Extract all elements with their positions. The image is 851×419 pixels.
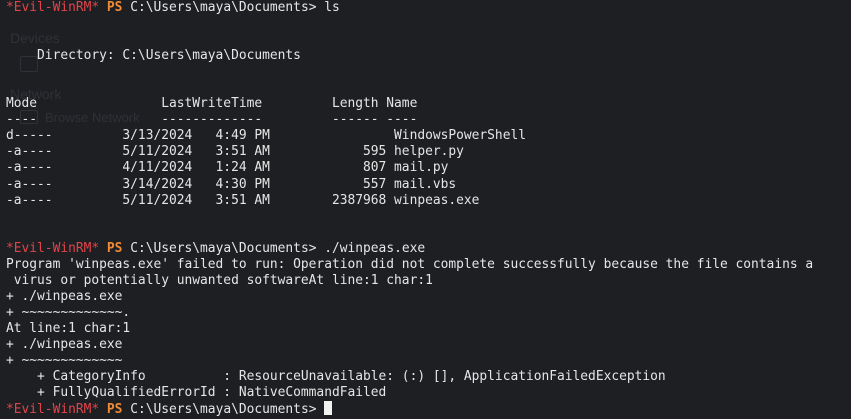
evil-winrm-tag: *Evil-WinRM* bbox=[6, 402, 100, 418]
command-winpeas: ./winpeas.exe bbox=[316, 240, 426, 256]
error-line: + ./winpeas.exe bbox=[6, 288, 123, 304]
prompt-line-ls: *Evil-WinRM* PS C:\Users\maya\Documents>… bbox=[6, 0, 851, 16]
error-line: + FullyQualifiedErrorId : NativeCommandF… bbox=[6, 385, 387, 401]
prompt-line-current[interactable]: *Evil-WinRM* PS C:\Users\maya\Documents> bbox=[6, 401, 851, 417]
text-cursor[interactable] bbox=[324, 401, 333, 416]
evil-winrm-tag: *Evil-WinRM* bbox=[6, 240, 100, 256]
listing-header: Mode LastWriteTime Length Name bbox=[6, 96, 418, 112]
error-line: virus or potentially unwanted softwareAt… bbox=[6, 272, 433, 288]
listing-row: -a---- 5/11/2024 3:51 AM 595 helper.py bbox=[6, 144, 464, 160]
listing-row: -a---- 3/14/2024 4:30 PM 557 mail.vbs bbox=[6, 176, 457, 192]
cwd: C:\Users\maya\Documents> bbox=[130, 0, 317, 15]
error-line: + CategoryInfo : ResourceUnavailable: (:… bbox=[6, 369, 666, 385]
error-line: + ~~~~~~~~~~~~~. bbox=[6, 304, 131, 320]
listing-row: -a---- 4/11/2024 1:24 AM 807 mail.py bbox=[6, 160, 449, 176]
error-line: + ./winpeas.exe bbox=[6, 336, 123, 352]
cwd: C:\Users\maya\Documents> bbox=[130, 240, 317, 256]
directory-line: Directory: C:\Users\maya\Documents bbox=[6, 48, 301, 64]
error-line: + ~~~~~~~~~~~~~ bbox=[6, 353, 123, 369]
terminal-output[interactable]: *Evil-WinRM* PS C:\Users\maya\Documents>… bbox=[6, 0, 851, 417]
ps-label: PS bbox=[106, 240, 123, 256]
listing-row: -a---- 5/11/2024 3:51 AM 2387968 winpeas… bbox=[6, 192, 480, 208]
ps-label: PS bbox=[106, 0, 123, 15]
error-line: Program 'winpeas.exe' failed to run: Ope… bbox=[6, 256, 814, 272]
error-line: At line:1 char:1 bbox=[6, 320, 131, 336]
evil-winrm-tag: *Evil-WinRM* bbox=[6, 0, 100, 15]
ps-label: PS bbox=[106, 402, 123, 418]
command-ls: ls bbox=[316, 0, 340, 15]
listing-row: d----- 3/13/2024 4:49 PM WindowsPowerShe… bbox=[6, 128, 526, 144]
listing-underline: ---- ------------- ------ ---- bbox=[6, 112, 418, 128]
prompt-line-winpeas: *Evil-WinRM* PS C:\Users\maya\Documents>… bbox=[6, 241, 851, 257]
cwd: C:\Users\maya\Documents> bbox=[130, 402, 317, 418]
